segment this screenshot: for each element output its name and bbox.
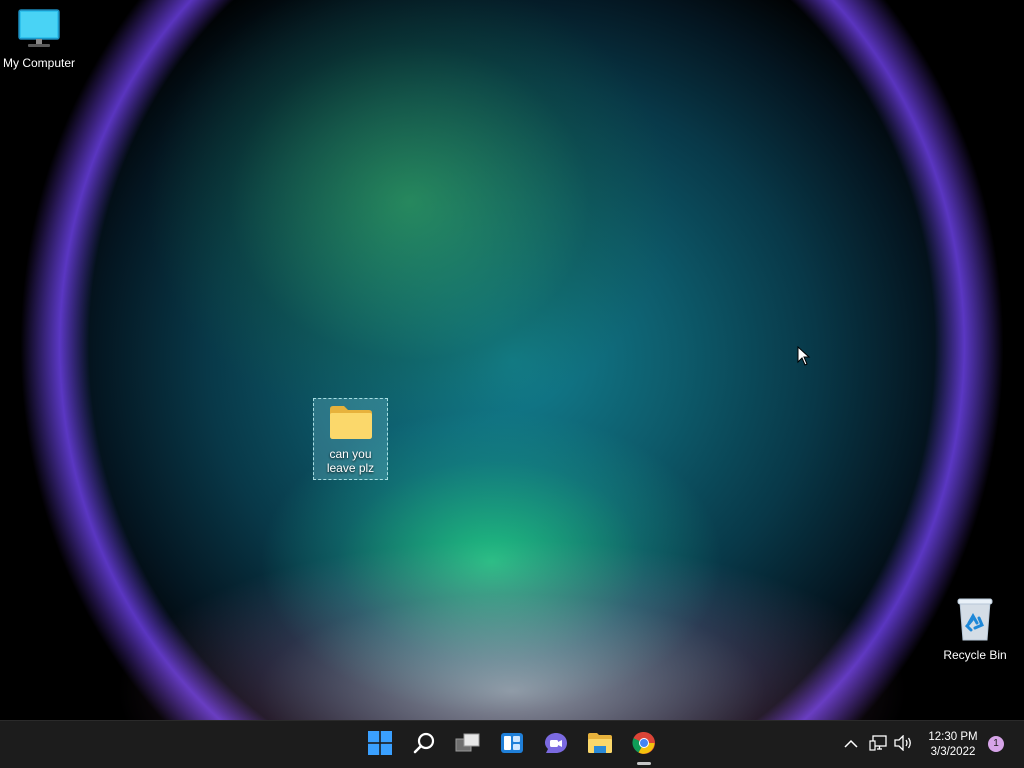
folder-icon (328, 403, 374, 444)
taskbar: 12:30 PM 3/3/2022 (0, 720, 1024, 768)
taskbar-task-view-button[interactable] (450, 727, 486, 763)
desktop-icon-folder[interactable]: can you leave plz (313, 398, 388, 480)
desktop-icon-label: can you leave plz (326, 447, 375, 475)
tray-volume-button[interactable] (893, 733, 913, 756)
chat-icon (543, 731, 569, 760)
recycle-bin-icon (955, 596, 995, 645)
taskbar-widgets-button[interactable] (494, 727, 530, 763)
taskbar-search-button[interactable] (406, 727, 442, 763)
taskbar-chat-button[interactable] (538, 727, 574, 763)
clock-time: 12:30 PM (928, 731, 978, 743)
clock-date: 3/3/2022 (930, 746, 976, 758)
tray-overflow-button[interactable] (841, 735, 861, 755)
mouse-cursor-icon (797, 345, 811, 371)
chrome-icon (632, 731, 656, 760)
tray-network-button[interactable] (868, 734, 888, 756)
network-icon (869, 734, 887, 756)
taskbar-clock[interactable]: 12:30 PM 3/3/2022 (918, 730, 988, 760)
desktop-wallpaper (0, 0, 1024, 720)
file-explorer-icon (587, 732, 613, 759)
chevron-up-icon (844, 736, 858, 754)
taskbar-start-button[interactable] (362, 727, 398, 763)
widgets-icon (500, 731, 524, 760)
volume-icon (893, 733, 913, 756)
desktop-icon-recycle-bin[interactable]: Recycle Bin (940, 596, 1010, 662)
notification-badge[interactable]: 1 (988, 736, 1004, 752)
taskbar-chrome-button[interactable] (626, 727, 662, 765)
windows-start-icon (368, 730, 392, 760)
desktop-icon-my-computer[interactable]: My Computer (0, 8, 78, 70)
search-icon (412, 731, 436, 760)
monitor-icon (17, 8, 61, 53)
task-view-icon (455, 732, 481, 759)
taskbar-file-explorer-button[interactable] (582, 727, 618, 763)
desktop-icon-label: My Computer (2, 56, 76, 70)
desktop-icon-label: Recycle Bin (943, 648, 1007, 662)
active-app-indicator (637, 762, 651, 765)
